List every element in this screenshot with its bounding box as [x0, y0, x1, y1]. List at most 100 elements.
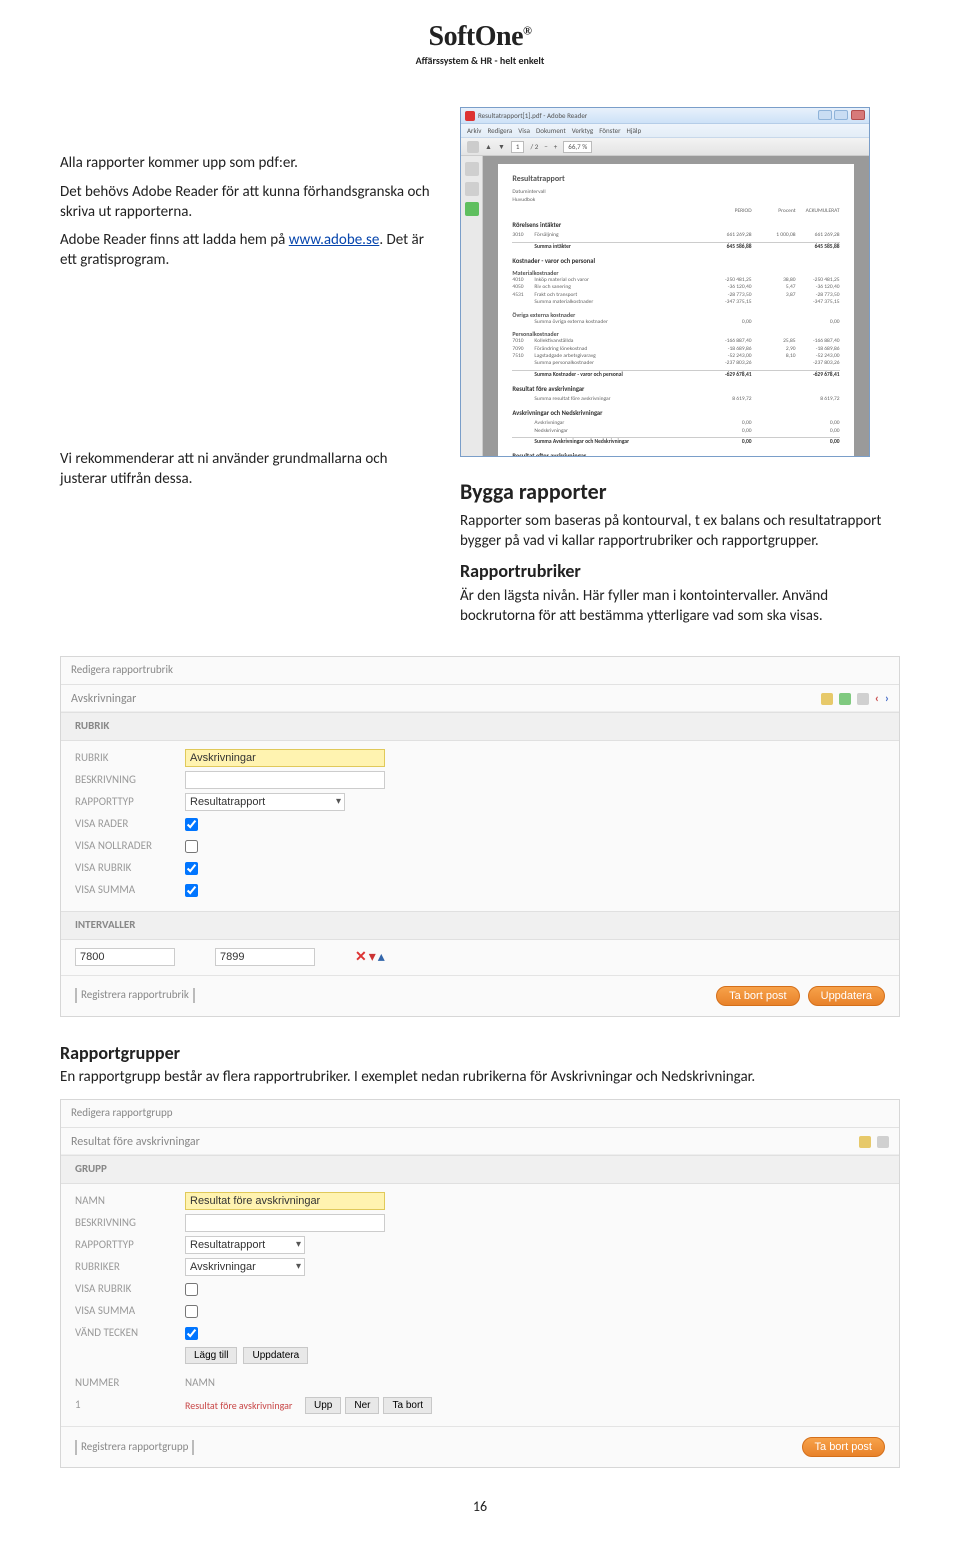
page-total: / 2: [530, 142, 538, 151]
lbl-grupp-visa-summa: VISA SUMMA: [75, 1304, 185, 1319]
window-buttons: [817, 110, 865, 122]
menu-visa[interactable]: Visa: [518, 126, 530, 135]
select-grupp-rubriker[interactable]: [185, 1258, 305, 1276]
chk-vand-tecken[interactable]: [185, 1327, 198, 1340]
btn-uppdatera-row[interactable]: Uppdatera: [243, 1347, 308, 1364]
lbl-grupp-rubriker: RUBRIKER: [75, 1260, 185, 1275]
lbl-rubrik: RUBRIK: [75, 751, 185, 766]
print-icon[interactable]: [877, 1136, 889, 1148]
next-icon[interactable]: ›: [885, 691, 889, 707]
adobe-window-title: Resultatrapport[1].pdf - Adobe Reader: [478, 111, 587, 120]
input-rubrik[interactable]: [185, 749, 385, 767]
register-rubrik-link[interactable]: Registrera rapportrubrik: [75, 988, 195, 1003]
chk-visa-rubrik[interactable]: [185, 862, 198, 875]
btn-delete-rubrik[interactable]: Ta bort post: [716, 986, 799, 1006]
menu-redigera[interactable]: Redigera: [487, 126, 512, 135]
move-down-icon[interactable]: ▾: [369, 948, 376, 967]
lbl-rapporttyp: RAPPORTTYP: [75, 795, 185, 810]
intro-p3a: Adobe Reader finns att ladda hem på: [60, 231, 289, 249]
adobe-menubar: Arkiv Redigera Visa Dokument Verktyg Fön…: [461, 124, 869, 138]
page-header: SoftOne® Affärssystem & HR - helt enkelt: [0, 0, 960, 67]
page-current[interactable]: 1: [511, 141, 525, 152]
grupp-panel-title: Redigera rapportgrupp: [61, 1100, 899, 1128]
intro-p4: Vi rekommenderar att ni använder grundma…: [60, 449, 430, 490]
move-up-icon[interactable]: ▴: [378, 948, 385, 967]
page-down-icon[interactable]: ▼: [498, 142, 505, 151]
chk-grupp-visa-summa[interactable]: [185, 1305, 198, 1318]
grupp-panel: Redigera rapportgrupp Resultat före avsk…: [60, 1099, 900, 1468]
btn-tabort[interactable]: Ta bort: [383, 1397, 432, 1414]
btn-update-rubrik[interactable]: Uppdatera: [808, 986, 885, 1006]
intro-p1: Alla rapporter kommer upp som pdf:er.: [60, 153, 430, 173]
chk-visa-summa[interactable]: [185, 884, 198, 897]
chk-visa-rader[interactable]: [185, 818, 198, 831]
minimize-icon[interactable]: [818, 110, 832, 120]
menu-hjalp[interactable]: Hjälp: [627, 126, 642, 135]
btn-ner[interactable]: Ner: [345, 1397, 379, 1414]
select-rapporttyp[interactable]: [185, 793, 345, 811]
adobe-link[interactable]: www.adobe.se: [289, 231, 380, 249]
adobe-reader-screenshot: Resultatrapport[1].pdf - Adobe Reader Ar…: [460, 107, 870, 457]
heading-bygga: Bygga rapporter: [460, 477, 900, 507]
logo-text: SoftOne: [429, 21, 524, 52]
zoom-out-icon[interactable]: −: [544, 142, 548, 151]
delete-interval-icon[interactable]: ✕: [355, 948, 367, 967]
interval-to[interactable]: [215, 948, 315, 966]
page-number: 16: [0, 1498, 960, 1517]
chk-grupp-visa-rubrik[interactable]: [185, 1283, 198, 1296]
btn-upp[interactable]: Upp: [305, 1397, 341, 1414]
page-up-icon[interactable]: ▲: [485, 142, 492, 151]
lbl-vand-tecken: VÄND TECKEN: [75, 1326, 185, 1341]
input-beskrivning[interactable]: [185, 771, 385, 789]
intervaller-header: INTERVALLER: [61, 911, 899, 940]
lbl-namn: NAMN: [75, 1194, 185, 1209]
lbl-grupp-visa-rubrik: VISA RUBRIK: [75, 1282, 185, 1297]
input-namn[interactable]: [185, 1192, 385, 1210]
grupp-panel-subtitle: Resultat före avskrivningar: [71, 1134, 200, 1150]
rubrik-panel-subtitle: Avskrivningar: [71, 691, 136, 707]
print-icon[interactable]: [857, 693, 869, 705]
menu-arkiv[interactable]: Arkiv: [467, 126, 481, 135]
zoom-value[interactable]: 66,7 %: [563, 141, 592, 152]
adobe-titlebar: Resultatrapport[1].pdf - Adobe Reader: [461, 108, 869, 124]
menu-dokument[interactable]: Dokument: [536, 126, 566, 135]
lbl-beskrivning: BESKRIVNING: [75, 773, 185, 788]
lbl-visa-rader: VISA RADER: [75, 817, 185, 832]
menu-verktyg[interactable]: Verktyg: [572, 126, 593, 135]
help-icon[interactable]: [859, 1136, 871, 1148]
rubriker-p: Är den lägsta nivån. Här fyller man i ko…: [460, 586, 900, 627]
adobe-app-icon: [465, 111, 475, 121]
lbl-visa-rubrik: VISA RUBRIK: [75, 861, 185, 876]
prev-icon[interactable]: ‹: [875, 691, 879, 707]
left-column: Alla rapporter kommer upp som pdf:er. De…: [60, 107, 430, 634]
excel-icon[interactable]: [839, 693, 851, 705]
maximize-icon[interactable]: [834, 110, 848, 120]
rubrik-link[interactable]: Resultat före avskrivningar: [185, 1399, 305, 1413]
register-grupp-link[interactable]: Registrera rapportgrupp: [75, 1440, 194, 1455]
close-icon[interactable]: [851, 110, 865, 120]
interval-from[interactable]: [75, 948, 175, 966]
lbl-namn2: NAMN: [185, 1376, 305, 1391]
heading-rapportgrupper: Rapportgrupper: [60, 1041, 900, 1065]
help-icon[interactable]: [821, 693, 833, 705]
row-num: 1: [75, 1398, 185, 1413]
zoom-in-icon[interactable]: +: [554, 142, 558, 151]
select-grupp-rapporttyp[interactable]: [185, 1236, 305, 1254]
adobe-toolbar: ▲ ▼ 1 / 2 − + 66,7 %: [461, 138, 869, 156]
intro-p3: Adobe Reader finns att ladda hem på www.…: [60, 230, 430, 271]
rubrik-toolbar: ‹ ›: [821, 691, 889, 707]
adobe-doc-area: Resultatrapport Datumintervall Huvudbok …: [483, 156, 869, 456]
thumbnails-icon[interactable]: [465, 162, 479, 176]
menu-fonster[interactable]: Fönster: [599, 126, 620, 135]
bookmarks-icon[interactable]: [465, 182, 479, 196]
print-icon[interactable]: [467, 141, 479, 153]
adobe-sidebar: [461, 156, 483, 456]
chk-visa-nollrader[interactable]: [185, 840, 198, 853]
share-icon[interactable]: [465, 202, 479, 216]
btn-lagg-till[interactable]: Lägg till: [185, 1347, 237, 1364]
rapportgrupper-p: En rapportgrupp består av flera rapportr…: [60, 1067, 900, 1087]
btn-delete-grupp[interactable]: Ta bort post: [802, 1437, 885, 1457]
lbl-grupp-rapporttyp: RAPPORTTYP: [75, 1238, 185, 1253]
input-grupp-beskrivning[interactable]: [185, 1214, 385, 1232]
grupp-toolbar: [859, 1136, 889, 1148]
